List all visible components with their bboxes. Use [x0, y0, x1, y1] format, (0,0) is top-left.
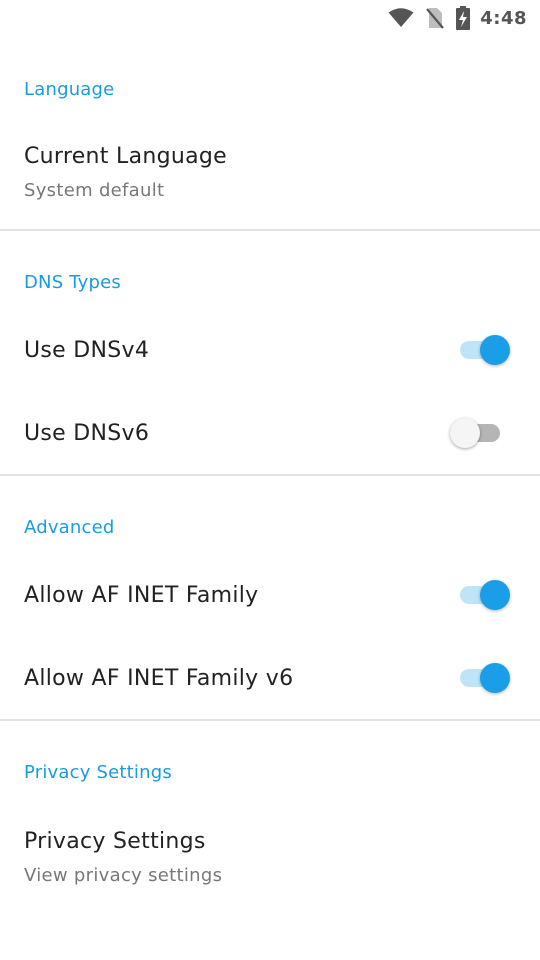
pref-use-dnsv6[interactable]: Use DNSv6 [0, 393, 540, 473]
dnsv6-switch[interactable] [450, 418, 512, 448]
section-header-privacy-settings: Privacy Settings [24, 762, 172, 783]
divider [0, 229, 540, 231]
pref-summary: View privacy settings [24, 865, 223, 886]
pref-title: Allow AF INET Family [24, 583, 259, 608]
no-sim-icon [426, 7, 445, 29]
pref-title: Privacy Settings [24, 829, 206, 854]
dnsv4-switch[interactable] [460, 335, 512, 365]
divider [0, 719, 540, 721]
af-inet-v6-switch[interactable] [460, 663, 512, 693]
pref-title: Use DNSv4 [24, 338, 150, 363]
section-header-dns-types: DNS Types [24, 272, 121, 293]
pref-title: Allow AF INET Family v6 [24, 666, 294, 691]
af-inet-switch[interactable] [460, 580, 512, 610]
divider [0, 474, 540, 476]
pref-allow-af-inet[interactable]: Allow AF INET Family [0, 555, 540, 635]
settings-screen: 4:48 Language Current Language System de… [0, 0, 540, 960]
section-header-language: Language [24, 79, 115, 100]
pref-privacy-settings[interactable]: Privacy Settings View privacy settings [0, 810, 540, 910]
status-bar: 4:48 [0, 0, 540, 36]
pref-use-dnsv4[interactable]: Use DNSv4 [0, 310, 540, 390]
switch-thumb [480, 663, 510, 693]
section-header-advanced: Advanced [24, 517, 115, 538]
switch-thumb [450, 418, 480, 448]
pref-current-language[interactable]: Current Language System default [0, 125, 540, 225]
pref-title: Use DNSv6 [24, 421, 150, 446]
wifi-icon [388, 8, 414, 28]
switch-thumb [480, 335, 510, 365]
pref-allow-af-inet-v6[interactable]: Allow AF INET Family v6 [0, 638, 540, 718]
battery-charging-icon [456, 6, 471, 30]
pref-title: Current Language [24, 144, 227, 169]
pref-summary: System default [24, 180, 165, 201]
switch-thumb [480, 580, 510, 610]
status-time: 4:48 [480, 7, 527, 29]
